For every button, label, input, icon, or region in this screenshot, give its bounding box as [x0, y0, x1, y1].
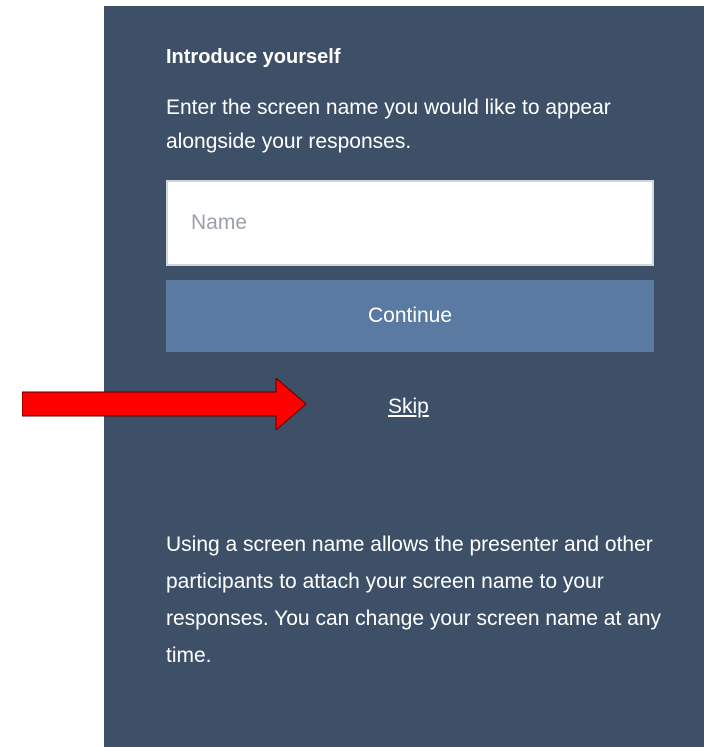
intro-text: Enter the screen name you would like to …: [166, 96, 611, 153]
panel-heading: Introduce yourself: [166, 46, 341, 68]
screen: Introduce yourself Enter the screen name…: [0, 0, 716, 747]
skip-link[interactable]: Skip: [388, 395, 429, 419]
continue-button[interactable]: Continue: [166, 280, 654, 352]
screen-name-info-text: Using a screen name allows the presenter…: [166, 533, 661, 667]
right-arrow-icon: [22, 378, 307, 430]
introduce-yourself-panel: Introduce yourself Enter the screen name…: [104, 6, 704, 747]
screen-name-input[interactable]: [166, 180, 654, 266]
